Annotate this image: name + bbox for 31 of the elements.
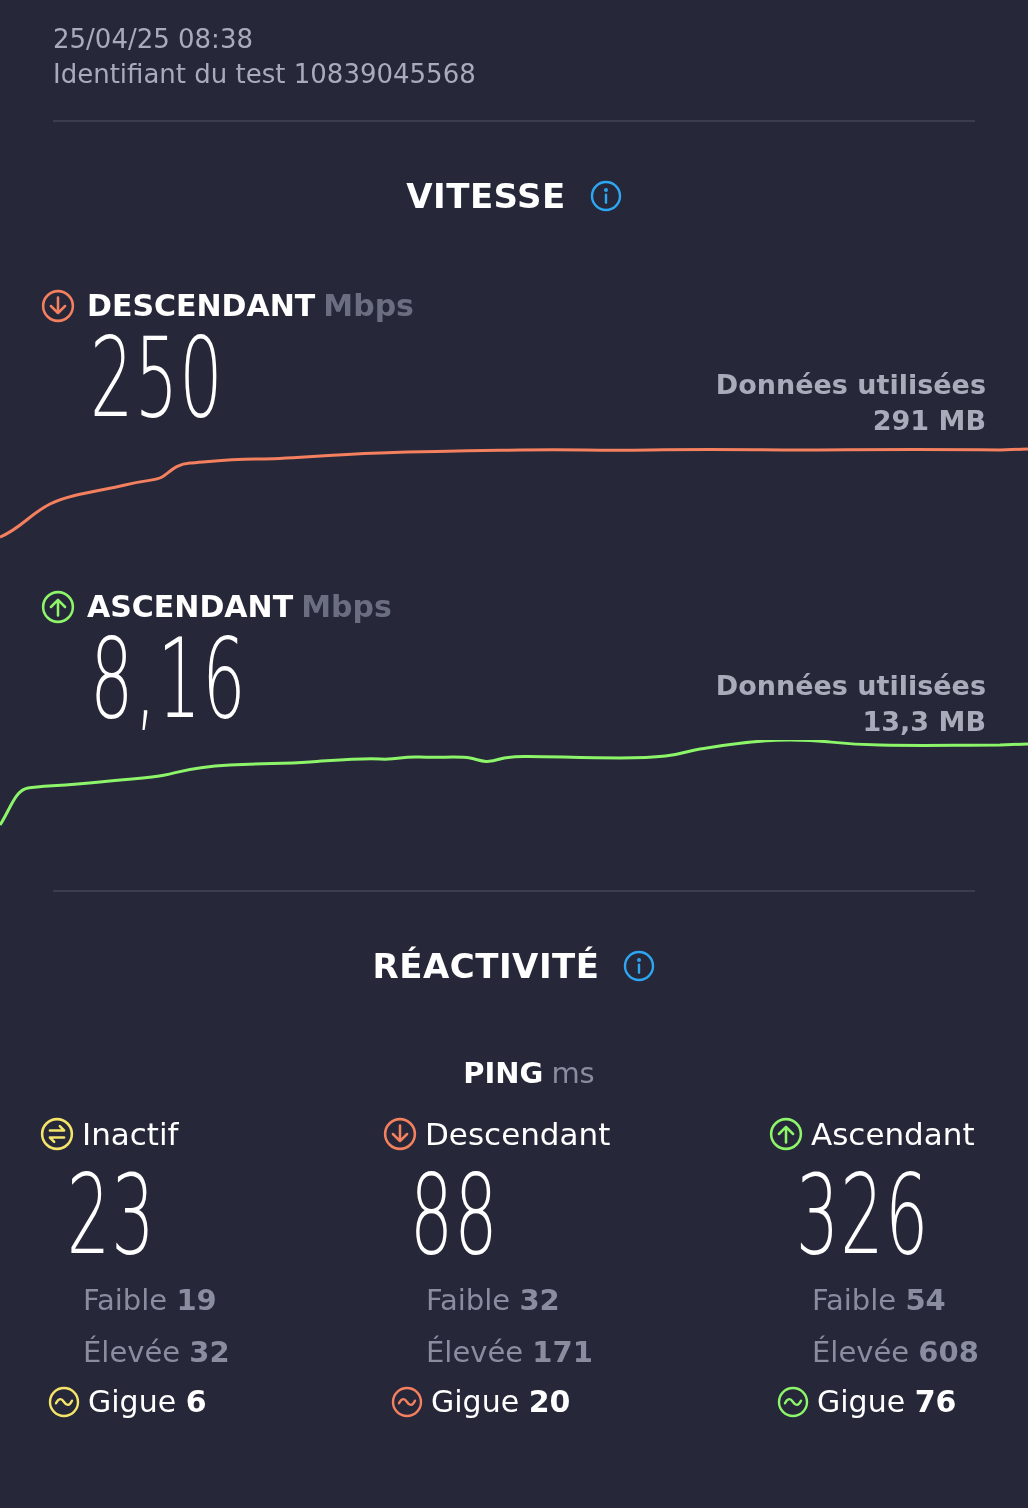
section-title: VITESSE <box>406 176 566 216</box>
jitter-value: Gigue 6 <box>88 1384 207 1419</box>
low-ping: Faible 54 <box>811 1282 947 1319</box>
high-ping: Élevée 32 <box>82 1334 231 1371</box>
ping-value: 88 <box>408 1160 500 1270</box>
data-used-label: Données utilisées <box>715 368 986 402</box>
speed-unit: Mbps <box>323 288 414 323</box>
low-ping: Faible 19 <box>82 1282 218 1319</box>
speed-label: ASCENDANT <box>87 589 294 624</box>
speed-unit: Mbps <box>301 589 392 624</box>
data-used-label: Données utilisées <box>715 669 986 703</box>
ping-label: PING <box>463 1056 544 1090</box>
high-ping: Élevée 608 <box>811 1334 980 1371</box>
test-id: Identifiant du test 10839045568 <box>53 58 477 91</box>
ping-value: 326 <box>794 1160 930 1270</box>
ping-type-label: Inactif <box>82 1116 179 1152</box>
speed-value: 8,16 <box>90 624 247 734</box>
low-ping: Faible 32 <box>425 1282 561 1319</box>
ping-unit: ms <box>551 1056 595 1090</box>
ping-value: 23 <box>65 1160 157 1270</box>
ping-type-label: Ascendant <box>811 1116 975 1152</box>
jitter-value: Gigue 20 <box>431 1384 571 1419</box>
data-used-value: 291 MB <box>872 404 986 438</box>
high-ping: Élevée 171 <box>425 1334 594 1371</box>
test-date: 25/04/25 08:38 <box>53 23 254 56</box>
section-title: RÉACTIVITÉ <box>372 946 600 986</box>
jitter-value: Gigue 76 <box>817 1384 957 1419</box>
speed-value: 250 <box>90 323 224 433</box>
data-used-value: 13,3 MB <box>862 705 986 739</box>
speed-label: DESCENDANT <box>87 288 316 323</box>
ping-type-label: Descendant <box>425 1116 611 1152</box>
